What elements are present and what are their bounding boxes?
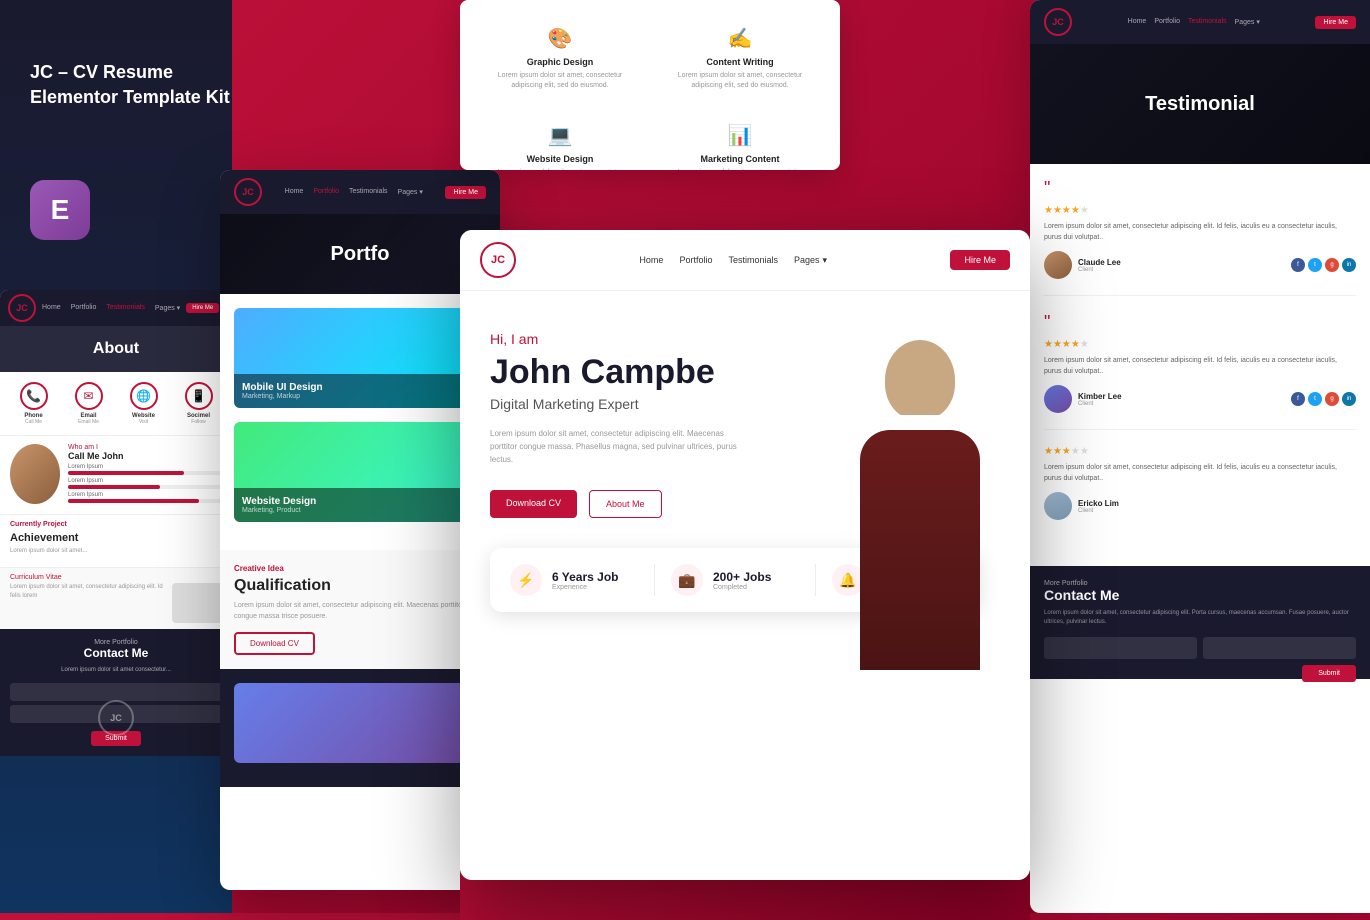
left-panel: JC – CV Resume Elementor Template Kit E … — [0, 0, 232, 913]
social-links-2: f t g in — [1291, 392, 1356, 406]
contact-name-input[interactable] — [1044, 637, 1197, 659]
about-me-btn[interactable]: About Me — [589, 490, 662, 518]
stat-jobs: 💼 200+ Jobs Completed — [671, 564, 816, 596]
social-icon-item: 📱 Socimel Follow — [185, 382, 213, 425]
services-card: 🎨 Graphic Design Lorem ipsum dolor sit a… — [460, 0, 840, 170]
twitter-icon-2[interactable]: t — [1308, 392, 1322, 406]
person-illustration — [840, 330, 1000, 670]
hire-me-btn[interactable]: Hire Me — [950, 250, 1010, 270]
download-cv-hero-btn[interactable]: Download CV — [490, 490, 577, 518]
stat-experience: ⚡ 6 Years Job Experience — [510, 564, 655, 596]
portfolio-contact — [220, 669, 500, 787]
testimonial-item-1: " ★★★★★ Lorem ipsum dolor sit amet, cons… — [1044, 178, 1356, 296]
phone-icon-item: 📞 Phone Call Me — [20, 382, 48, 425]
hero-person — [820, 290, 1020, 670]
who-am-i: Who am I Call Me John Lorem Ipsum Lorem … — [0, 435, 232, 514]
stars-1: ★★★★★ — [1044, 205, 1356, 216]
kit-title: JC – CV Resume Elementor Template Kit — [30, 60, 230, 110]
service-web-design: 💻 Website Design Lorem ipsum dolor sit a… — [476, 113, 644, 170]
cv-section: Curriculum Vitae Lorem ipsum dolor sit a… — [0, 567, 232, 629]
portfolio-item-web: Website Design Marketing, Product — [234, 422, 486, 522]
jc-circle-bottom: JC — [98, 700, 134, 736]
contact-icons: 📞 Phone Call Me ✉ Email Email Me 🌐 Websi… — [0, 372, 232, 435]
portfolio-item-mobile: Mobile UI Design Marketing, Markup — [234, 308, 486, 408]
portfolio-header: JC Home Portfolio Testimonials Pages ▾ H… — [220, 170, 500, 214]
avatar-1 — [1044, 251, 1072, 279]
google-icon[interactable]: g — [1325, 258, 1339, 272]
testimonial-item-3: ★★★★★ Lorem ipsum dolor sit amet, consec… — [1044, 446, 1356, 536]
pages-dropdown[interactable]: Pages ▾ — [794, 255, 827, 266]
download-cv-btn[interactable]: Download CV — [234, 632, 315, 655]
jc-logo-portfolio: JC — [234, 178, 262, 206]
linkedin-icon-2[interactable]: in — [1342, 392, 1356, 406]
email-icon-item: ✉ Email Email Me — [75, 382, 103, 425]
service-content-writing: ✍ Content Writing Lorem ipsum dolor sit … — [656, 16, 824, 101]
qualification-section: Creative Idea Qualification Lorem ipsum … — [220, 550, 500, 669]
marketing-icon: 📊 — [666, 123, 814, 148]
testimonial-hero: Testimonial — [1030, 44, 1370, 164]
service-marketing: 📊 Marketing Content Lorem ipsum dolor si… — [656, 113, 824, 170]
contact-me-right: More Portfolio Contact Me Lorem ipsum do… — [1030, 566, 1370, 679]
contact-email-input[interactable] — [1203, 637, 1356, 659]
jc-logo-hero: JC — [480, 242, 516, 278]
jobs-icon: 💼 — [671, 564, 703, 596]
portfolio-hero: Portfo — [220, 214, 500, 294]
hero-header: JC Home Portfolio Testimonials Pages ▾ H… — [460, 230, 1030, 291]
hero-nav: Home Portfolio Testimonials Pages ▾ — [639, 255, 827, 266]
testimonial-items: " ★★★★★ Lorem ipsum dolor sit amet, cons… — [1030, 164, 1370, 566]
jc-logo-about: JC — [8, 294, 36, 322]
avatar-3 — [1044, 492, 1072, 520]
portfolio-items: Mobile UI Design Marketing, Markup Websi… — [220, 294, 500, 550]
about-nav-links: Home Portfolio Testimonials Pages ▾ — [42, 304, 180, 312]
service-graphic-design: 🎨 Graphic Design Lorem ipsum dolor sit a… — [476, 16, 644, 101]
content-writing-icon: ✍ — [666, 26, 814, 51]
social-links-1: f t g in — [1291, 258, 1356, 272]
experience-icon: ⚡ — [510, 564, 542, 596]
portfolio-hire-btn[interactable]: Hire Me — [445, 186, 486, 199]
twitter-icon[interactable]: t — [1308, 258, 1322, 272]
hero-desc: Lorem ipsum dolor sit amet, consectetur … — [490, 428, 750, 466]
portfolio-mobile-img: Mobile UI Design Marketing, Markup — [234, 308, 486, 408]
linkedin-icon[interactable]: in — [1342, 258, 1356, 272]
quote-icon-1: " — [1044, 178, 1356, 199]
testimonial-header: JC Home Portfolio Testimonials Pages ▾ H… — [1030, 0, 1370, 44]
person-head — [885, 340, 955, 420]
website-icon-item: 🌐 Website Visit — [130, 382, 158, 425]
person-body — [860, 430, 980, 670]
testimonial-panel: JC Home Portfolio Testimonials Pages ▾ H… — [1030, 0, 1370, 913]
graphic-design-icon: 🎨 — [486, 26, 634, 51]
avatar — [10, 444, 60, 504]
portfolio-web-img: Website Design Marketing, Product — [234, 422, 486, 522]
reviewer-3: Ericko Lim Client — [1044, 492, 1119, 520]
achievement: Currently Project Achievement Lorem ipsu… — [0, 514, 232, 567]
contact-me-about: More Portfolio Contact Me Lorem ipsum do… — [0, 629, 232, 755]
web-design-icon: 💻 — [486, 123, 634, 148]
stars-2: ★★★★★ — [1044, 339, 1356, 350]
about-hire-btn[interactable]: Hire Me — [186, 303, 219, 313]
about-section-title: About — [0, 326, 232, 372]
reviewer-1: Claude Lee Client — [1044, 251, 1121, 279]
stars-3: ★★★★★ — [1044, 446, 1356, 457]
elementor-logo: E — [30, 180, 90, 240]
facebook-icon-2[interactable]: f — [1291, 392, 1305, 406]
hero-card: JC Home Portfolio Testimonials Pages ▾ H… — [460, 230, 1030, 880]
quote-icon-2: " — [1044, 312, 1356, 333]
testimonial-nav: Home Portfolio Testimonials Pages ▾ — [1128, 18, 1260, 26]
about-snippet: JC Home Portfolio Testimonials Pages ▾ H… — [0, 290, 232, 756]
portfolio-card: JC Home Portfolio Testimonials Pages ▾ H… — [220, 170, 500, 890]
testimonial-hire-btn[interactable]: Hire Me — [1315, 16, 1356, 29]
avatar-2 — [1044, 385, 1072, 413]
contact-img — [234, 683, 486, 763]
contact-submit-btn[interactable]: Submit — [1302, 665, 1356, 682]
testimonial-item-2: " ★★★★★ Lorem ipsum dolor sit amet, cons… — [1044, 312, 1356, 430]
about-nav: JC Home Portfolio Testimonials Pages ▾ H… — [0, 290, 232, 326]
facebook-icon[interactable]: f — [1291, 258, 1305, 272]
reviewer-2: Kimber Lee Client — [1044, 385, 1122, 413]
jc-logo-right: JC — [1044, 8, 1072, 36]
google-icon-2[interactable]: g — [1325, 392, 1339, 406]
hero-body: Hi, I am John Campbe Digital Marketing E… — [460, 291, 1030, 880]
